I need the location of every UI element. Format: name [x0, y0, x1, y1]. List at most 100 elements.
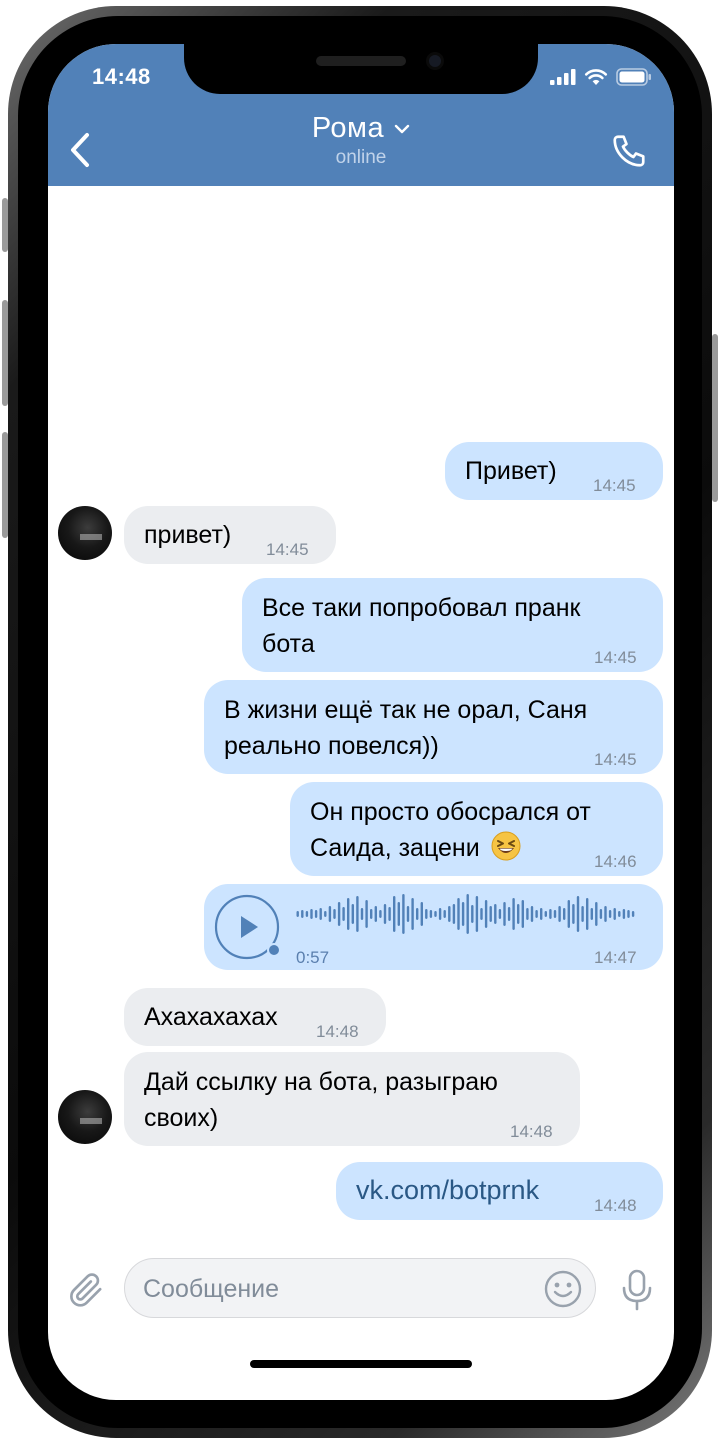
waveform-bar	[379, 910, 382, 918]
waveform-bar	[517, 904, 520, 924]
waveform-bar	[296, 911, 299, 917]
waveform-bar	[438, 908, 442, 920]
attach-button[interactable]	[66, 1270, 106, 1310]
waveform-bar	[484, 900, 488, 928]
waveform-bar	[544, 911, 547, 917]
microphone-icon	[622, 1269, 652, 1311]
waveform-bar	[526, 908, 529, 920]
grinning-squinting-face-icon	[491, 831, 521, 861]
waveform-bar	[406, 906, 410, 922]
waveform-bar	[342, 907, 345, 921]
microphone-button[interactable]	[616, 1268, 658, 1312]
call-button[interactable]	[608, 130, 650, 172]
message-time: 14:45	[593, 476, 636, 495]
outgoing-message[interactable]: Все таки попробовал пранк бота 14:45	[242, 578, 663, 672]
message-input[interactable]	[143, 1271, 523, 1307]
wifi-icon	[584, 69, 608, 85]
volume-up-button	[2, 300, 8, 406]
home-indicator[interactable]	[250, 1360, 472, 1368]
waveform-bar	[402, 894, 405, 934]
incoming-message[interactable]: Ахахахахах 14:48	[124, 988, 386, 1046]
message-list[interactable]: Привет) 14:45 привет) 14:45 Все таки поп…	[48, 186, 674, 1250]
power-button	[712, 334, 718, 502]
message-time: 14:45	[266, 540, 309, 559]
paperclip-icon	[70, 1273, 102, 1307]
message-text: Ахахахахах	[144, 1003, 278, 1031]
waveform-bar	[572, 904, 575, 924]
waveform-bar	[530, 906, 534, 922]
waveform-bar	[618, 911, 621, 917]
waveform-bar	[563, 908, 566, 920]
waveform-bar	[586, 898, 589, 930]
waveform[interactable]	[296, 894, 636, 934]
outgoing-message[interactable]: vk.com/botprnk 14:48	[336, 1162, 663, 1220]
message-line: Дай ссылку на бота, разыграю	[144, 1068, 498, 1096]
message-input-field[interactable]	[124, 1258, 596, 1318]
waveform-bar	[498, 909, 502, 919]
waveform-bar	[503, 902, 506, 926]
waveform-bar	[397, 902, 400, 926]
waveform-bar	[608, 910, 612, 918]
message-composer	[48, 1250, 674, 1330]
waveform-bar	[429, 910, 433, 918]
waveform-bar	[475, 896, 479, 932]
message-text: В жизни ещё так не орал, Саня реально по…	[224, 692, 587, 764]
waveform-bar	[535, 910, 538, 918]
screen: 14:48 Рома online Привет) 14:45 привет) …	[48, 44, 674, 1400]
waveform-bar	[512, 898, 515, 930]
waveform-bar	[310, 909, 313, 919]
avatar[interactable]	[58, 1090, 112, 1144]
outgoing-message[interactable]: В жизни ещё так не орал, Саня реально по…	[204, 680, 663, 774]
voice-duration: 0:57	[296, 948, 330, 967]
voice-play-button[interactable]	[214, 894, 281, 960]
waveform-bar	[549, 909, 552, 919]
waveform-bar	[622, 909, 626, 919]
outgoing-message[interactable]: Привет) 14:45	[445, 442, 663, 500]
message-line: своих)	[144, 1104, 219, 1132]
message-time: 14:48	[594, 1196, 637, 1215]
waveform-bar	[393, 896, 396, 932]
chat-header: 14:48 Рома online	[48, 44, 674, 186]
waveform-bar	[461, 902, 465, 926]
waveform-bar	[567, 900, 570, 928]
waveform-bar	[507, 907, 511, 921]
message-time: 14:45	[594, 750, 637, 769]
waveform-bar	[590, 908, 593, 920]
status-icons	[550, 68, 652, 86]
waveform-bar	[627, 910, 630, 918]
waveform-bar	[443, 910, 446, 918]
waveform-bar	[553, 910, 557, 918]
notch	[184, 44, 538, 94]
waveform-bar	[521, 900, 524, 928]
message-text: Он просто обосрался от Саида, зацени	[310, 794, 591, 866]
battery-icon	[616, 68, 651, 86]
waveform-bar	[356, 896, 359, 932]
incoming-message[interactable]: Дай ссылку на бота, разыграю своих) 14:4…	[124, 1052, 580, 1146]
waveform-bar	[301, 910, 304, 918]
waveform-bar	[420, 902, 423, 926]
message-time: 14:48	[510, 1122, 553, 1141]
waveform-bar	[333, 909, 336, 919]
message-line: Все таки попробовал пранк	[262, 594, 581, 622]
waveform-bar	[388, 907, 391, 921]
volume-down-button	[2, 432, 8, 538]
message-text: Все таки попробовал пранк бота	[262, 590, 580, 662]
front-camera	[426, 52, 444, 70]
message-line: бота	[262, 630, 315, 658]
message-link[interactable]: vk.com/botprnk	[356, 1172, 539, 1208]
emoji-button[interactable]	[543, 1269, 583, 1309]
waveform-bar	[595, 902, 598, 926]
voice-message[interactable]: 0:57 14:47	[204, 884, 663, 970]
waveform-bar	[314, 910, 318, 918]
message-line: Саида, зацени	[310, 834, 480, 862]
phone-icon	[613, 135, 645, 167]
waveform-bar	[466, 894, 469, 934]
outgoing-message[interactable]: Он просто обосрался от Саида, зацени 14:…	[290, 782, 663, 876]
waveform-bar	[305, 911, 309, 917]
avatar[interactable]	[58, 506, 112, 560]
chat-title[interactable]: Рома online	[48, 112, 674, 169]
waveform-bar	[604, 906, 607, 922]
waveform-bar	[576, 896, 580, 932]
incoming-message[interactable]: привет) 14:45	[124, 506, 336, 564]
waveform-bar	[558, 906, 561, 922]
